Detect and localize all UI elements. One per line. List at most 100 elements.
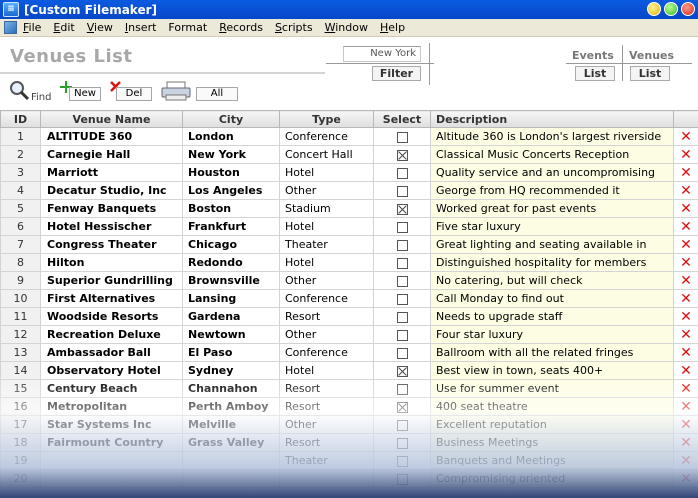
row-description[interactable]: No catering, but will check bbox=[430, 271, 674, 290]
app-icon[interactable]: ≡ bbox=[3, 2, 19, 17]
row-type[interactable]: Other bbox=[279, 325, 374, 344]
row-city[interactable]: Frankfurt bbox=[182, 217, 280, 236]
delete-row-icon[interactable]: ✕ bbox=[680, 273, 692, 289]
row-delete[interactable]: ✕ bbox=[673, 343, 698, 362]
row-venue-name[interactable]: Decatur Studio, Inc bbox=[40, 181, 183, 200]
row-city[interactable] bbox=[182, 451, 280, 470]
table-row[interactable]: 17 Star Systems Inc Melville Other Excellent… bbox=[0, 415, 698, 434]
row-venue-name[interactable]: Superior Gundrilling bbox=[40, 271, 183, 290]
row-type[interactable] bbox=[279, 469, 374, 488]
row-select[interactable] bbox=[373, 361, 431, 380]
row-select[interactable] bbox=[373, 469, 431, 488]
table-row[interactable]: 13 Ambassador Ball El Paso Conference Ballro… bbox=[0, 343, 698, 362]
delete-row-icon[interactable]: ✕ bbox=[680, 165, 692, 181]
table-row[interactable]: 14 Observatory Hotel Sydney Hotel Best view … bbox=[0, 361, 698, 380]
row-select[interactable] bbox=[373, 325, 431, 344]
row-description[interactable]: Great lighting and seating available in bbox=[430, 235, 674, 254]
row-select[interactable] bbox=[373, 433, 431, 452]
row-type[interactable]: Conference bbox=[279, 127, 374, 146]
select-checkbox[interactable] bbox=[396, 167, 408, 179]
minimize-button[interactable] bbox=[647, 2, 661, 16]
delete-row-icon[interactable]: ✕ bbox=[680, 381, 692, 397]
select-checkbox[interactable] bbox=[396, 473, 408, 485]
select-checkbox[interactable] bbox=[396, 419, 408, 431]
row-delete[interactable]: ✕ bbox=[673, 199, 698, 218]
row-select[interactable] bbox=[373, 127, 431, 146]
row-delete[interactable]: ✕ bbox=[673, 307, 698, 326]
select-checkbox[interactable] bbox=[396, 257, 408, 269]
delete-row-icon[interactable]: ✕ bbox=[680, 201, 692, 217]
row-delete[interactable]: ✕ bbox=[673, 379, 698, 398]
select-checkbox[interactable] bbox=[396, 455, 408, 467]
row-description[interactable]: Altitude 360 is London's largest riversi… bbox=[430, 127, 674, 146]
select-checkbox[interactable] bbox=[396, 239, 408, 251]
menu-format[interactable]: Format bbox=[168, 20, 207, 35]
row-type[interactable]: Resort bbox=[279, 433, 374, 452]
row-description[interactable]: Business Meetings bbox=[430, 433, 674, 452]
row-venue-name[interactable] bbox=[40, 451, 183, 470]
table-row[interactable]: 16 Metropolitan Perth Amboy Resort 400 seat … bbox=[0, 397, 698, 416]
row-description[interactable]: Quality service and an uncompromising bbox=[430, 163, 674, 182]
select-checkbox[interactable] bbox=[396, 383, 408, 395]
all-button[interactable]: All bbox=[196, 87, 238, 101]
row-delete[interactable]: ✕ bbox=[673, 451, 698, 470]
row-delete[interactable]: ✕ bbox=[673, 415, 698, 434]
venues-list-button[interactable]: List bbox=[630, 66, 670, 81]
table-row[interactable]: 8 Hilton Redondo Hotel Distinguished hospita… bbox=[0, 253, 698, 272]
menu-help[interactable]: Help bbox=[380, 20, 405, 35]
row-venue-name[interactable]: Star Systems Inc bbox=[40, 415, 183, 434]
maximize-button[interactable] bbox=[664, 2, 678, 16]
filter-button[interactable]: Filter bbox=[372, 66, 421, 81]
printer-icon[interactable] bbox=[161, 81, 191, 101]
row-select[interactable] bbox=[373, 235, 431, 254]
row-venue-name[interactable]: Observatory Hotel bbox=[40, 361, 183, 380]
select-checkbox[interactable] bbox=[396, 149, 408, 161]
row-delete[interactable]: ✕ bbox=[673, 289, 698, 308]
delete-row-icon[interactable]: ✕ bbox=[680, 291, 692, 307]
row-type[interactable]: Other bbox=[279, 181, 374, 200]
delete-row-icon[interactable]: ✕ bbox=[680, 237, 692, 253]
row-city[interactable]: New York bbox=[182, 145, 280, 164]
row-delete[interactable]: ✕ bbox=[673, 127, 698, 146]
row-description[interactable]: Best view in town, seats 400+ bbox=[430, 361, 674, 380]
row-delete[interactable]: ✕ bbox=[673, 271, 698, 290]
row-type[interactable]: Resort bbox=[279, 307, 374, 326]
row-description[interactable]: Ballroom with all the related fringes bbox=[430, 343, 674, 362]
delete-row-icon[interactable]: ✕ bbox=[680, 129, 692, 145]
delete-row-icon[interactable]: ✕ bbox=[680, 309, 692, 325]
delete-row-icon[interactable]: ✕ bbox=[680, 345, 692, 361]
row-description[interactable]: Needs to upgrade staff bbox=[430, 307, 674, 326]
row-select[interactable] bbox=[373, 289, 431, 308]
select-checkbox[interactable] bbox=[396, 311, 408, 323]
menu-window[interactable]: Window bbox=[325, 20, 368, 35]
row-city[interactable]: Lansing bbox=[182, 289, 280, 308]
row-city[interactable]: Brownsville bbox=[182, 271, 280, 290]
row-type[interactable]: Theater bbox=[279, 235, 374, 254]
table-row[interactable]: 9 Superior Gundrilling Brownsville Other No … bbox=[0, 271, 698, 290]
table-row[interactable]: 20 Compromising oriented ✕ bbox=[0, 469, 698, 488]
filter-input[interactable]: New York bbox=[343, 46, 421, 62]
select-checkbox[interactable] bbox=[396, 347, 408, 359]
select-checkbox[interactable] bbox=[396, 293, 408, 305]
row-description[interactable]: Compromising oriented bbox=[430, 469, 674, 488]
row-description[interactable]: Call Monday to find out bbox=[430, 289, 674, 308]
select-checkbox[interactable] bbox=[396, 275, 408, 287]
column-header-type[interactable]: Type bbox=[279, 110, 374, 128]
row-venue-name[interactable]: Hotel Hessischer bbox=[40, 217, 183, 236]
table-row[interactable]: 2 Carnegie Hall New York Concert Hall Classi… bbox=[0, 145, 698, 164]
row-city[interactable]: Chicago bbox=[182, 235, 280, 254]
select-checkbox[interactable] bbox=[396, 203, 408, 215]
select-checkbox[interactable] bbox=[396, 365, 408, 377]
row-select[interactable] bbox=[373, 343, 431, 362]
table-row[interactable]: 6 Hotel Hessischer Frankfurt Hotel Five star… bbox=[0, 217, 698, 236]
row-venue-name[interactable]: Carnegie Hall bbox=[40, 145, 183, 164]
row-venue-name[interactable]: First Alternatives bbox=[40, 289, 183, 308]
delete-row-icon[interactable]: ✕ bbox=[680, 417, 692, 433]
row-description[interactable]: Worked great for past events bbox=[430, 199, 674, 218]
menu-file[interactable]: File bbox=[23, 20, 41, 35]
document-icon[interactable] bbox=[4, 21, 17, 34]
select-checkbox[interactable] bbox=[396, 437, 408, 449]
select-checkbox[interactable] bbox=[396, 401, 408, 413]
row-select[interactable] bbox=[373, 253, 431, 272]
row-venue-name[interactable]: Woodside Resorts bbox=[40, 307, 183, 326]
